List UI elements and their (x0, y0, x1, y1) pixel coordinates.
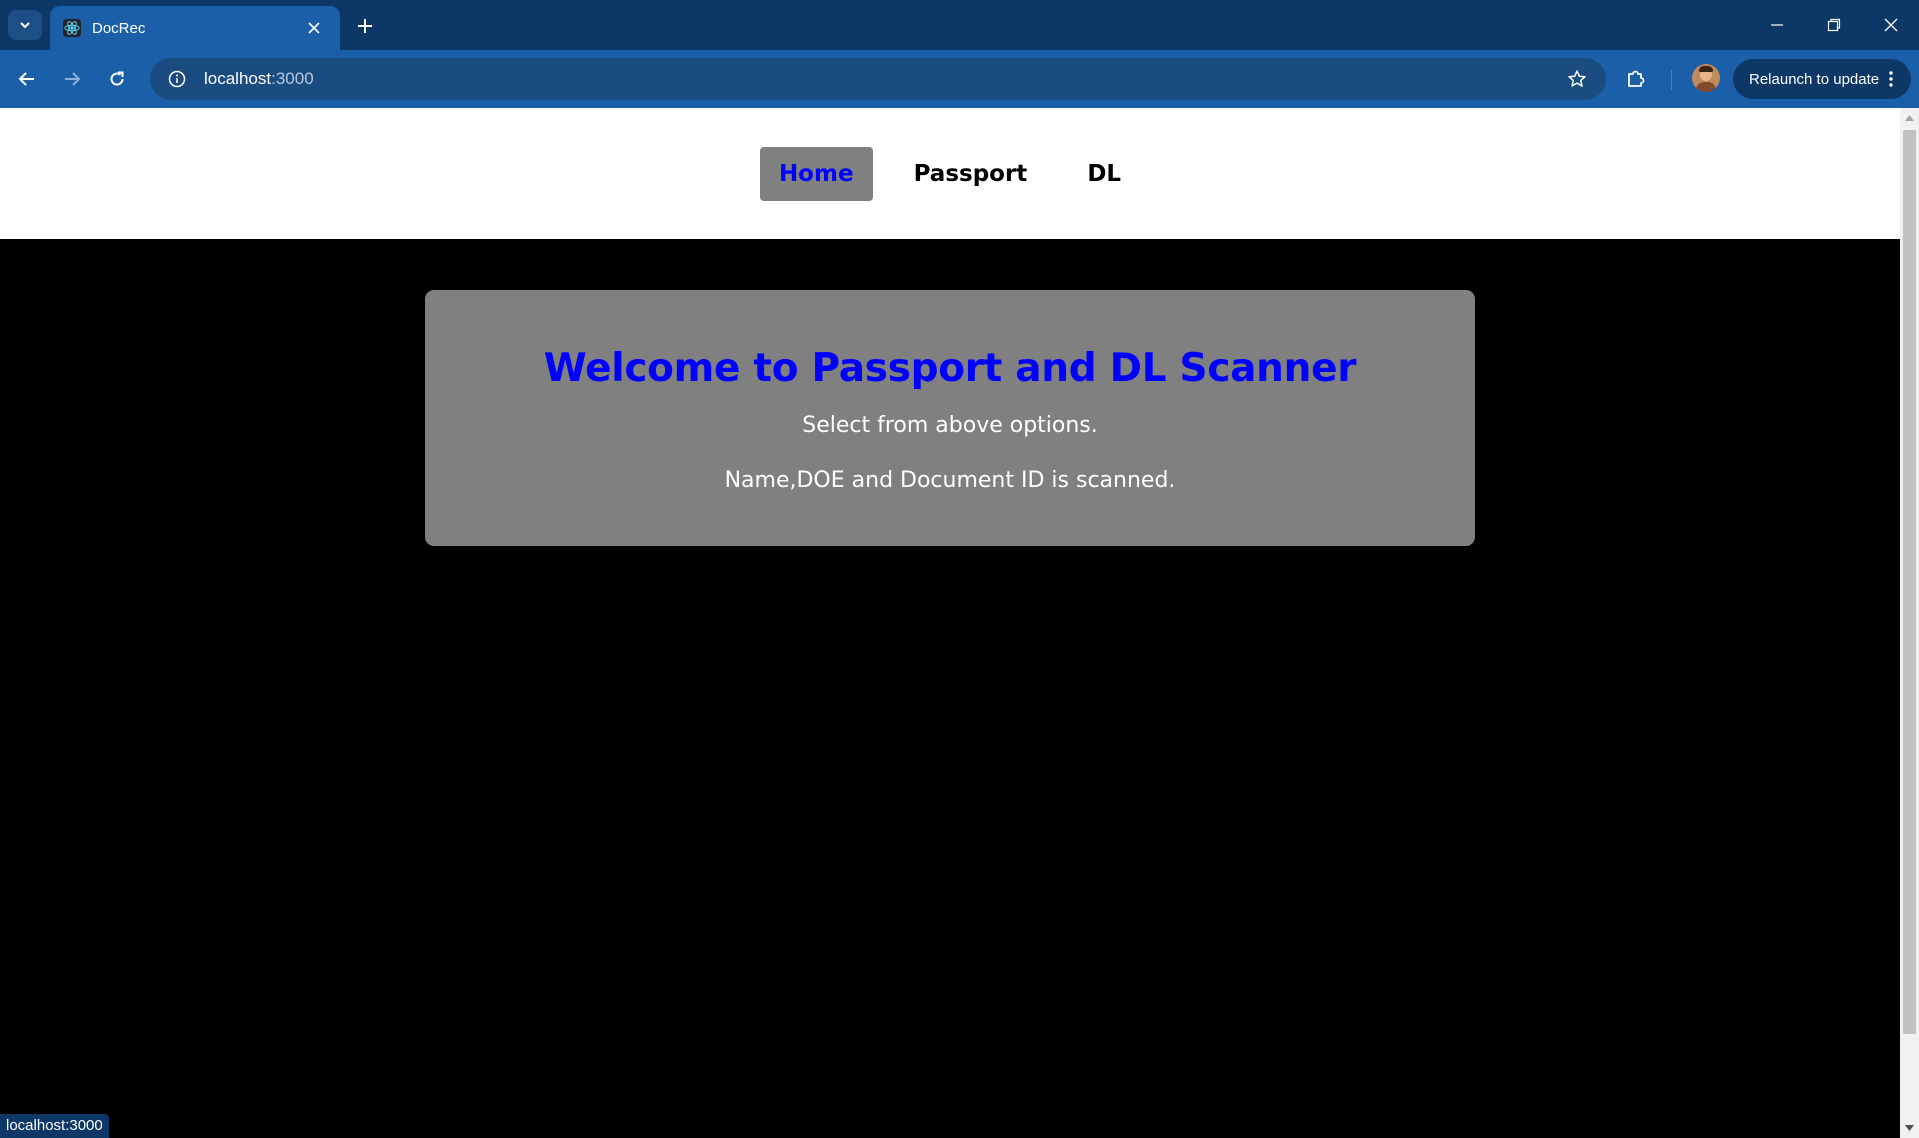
welcome-card: Welcome to Passport and DL Scanner Selec… (425, 290, 1475, 546)
address-url: localhost:3000 (204, 69, 1556, 89)
site-navbar: Home Passport DL (0, 108, 1900, 239)
restore-button[interactable] (1811, 8, 1857, 42)
plus-icon (358, 19, 372, 33)
more-vertical-icon[interactable] (1881, 67, 1901, 91)
extensions-button[interactable] (1620, 63, 1652, 95)
url-port: :3000 (271, 69, 314, 88)
welcome-title: Welcome to Passport and DL Scanner (543, 346, 1357, 391)
welcome-description: Name,DOE and Document ID is scanned. (724, 468, 1176, 493)
page-viewport: Home Passport DL Welcome to Passport and… (0, 108, 1900, 1138)
minimize-icon (1771, 24, 1783, 26)
arrow-left-icon (18, 72, 34, 86)
link-status-bubble: localhost:3000 (0, 1114, 109, 1138)
welcome-instruction: Select from above options. (802, 413, 1098, 438)
puzzle-piece-icon (1628, 70, 1645, 87)
profile-avatar[interactable] (1692, 64, 1720, 92)
address-bar[interactable]: localhost:3000 (150, 58, 1606, 100)
back-button[interactable] (11, 63, 43, 95)
arrow-right-icon (65, 72, 81, 86)
react-atom-icon (62, 18, 82, 38)
browser-tab[interactable]: DocRec (50, 6, 340, 50)
nav-link-passport[interactable]: Passport (895, 147, 1047, 201)
close-tab-icon[interactable] (302, 16, 326, 40)
tab-title: DocRec (92, 19, 146, 37)
restore-icon (1827, 18, 1841, 32)
relaunch-button[interactable]: Relaunch to update (1733, 59, 1911, 99)
minimize-button[interactable] (1754, 8, 1800, 42)
scroll-up-arrow-icon[interactable] (1900, 110, 1919, 126)
site-info-icon[interactable] (156, 58, 198, 100)
forward-button[interactable] (56, 63, 88, 95)
close-icon (1884, 18, 1898, 32)
url-host: localhost (204, 69, 272, 88)
nav-link-home[interactable]: Home (759, 146, 873, 201)
chevron-down-icon (20, 22, 30, 29)
tab-strip: DocRec (0, 0, 1919, 50)
nav-link-dl[interactable]: DL (1068, 147, 1140, 201)
page-scrollbar[interactable] (1900, 108, 1919, 1138)
browser-toolbar: localhost:3000 Relaunch to update (0, 50, 1919, 108)
bookmark-star-icon[interactable] (1556, 58, 1598, 100)
new-tab-button[interactable] (351, 12, 379, 40)
close-window-button[interactable] (1868, 8, 1914, 42)
reload-button[interactable] (101, 63, 133, 95)
scrollbar-thumb[interactable] (1903, 130, 1916, 1034)
scroll-down-arrow-icon[interactable] (1900, 1120, 1919, 1136)
relaunch-label: Relaunch to update (1749, 70, 1880, 88)
toolbar-divider (1671, 70, 1672, 90)
reload-icon (110, 71, 124, 86)
tab-search-button[interactable] (8, 10, 42, 40)
